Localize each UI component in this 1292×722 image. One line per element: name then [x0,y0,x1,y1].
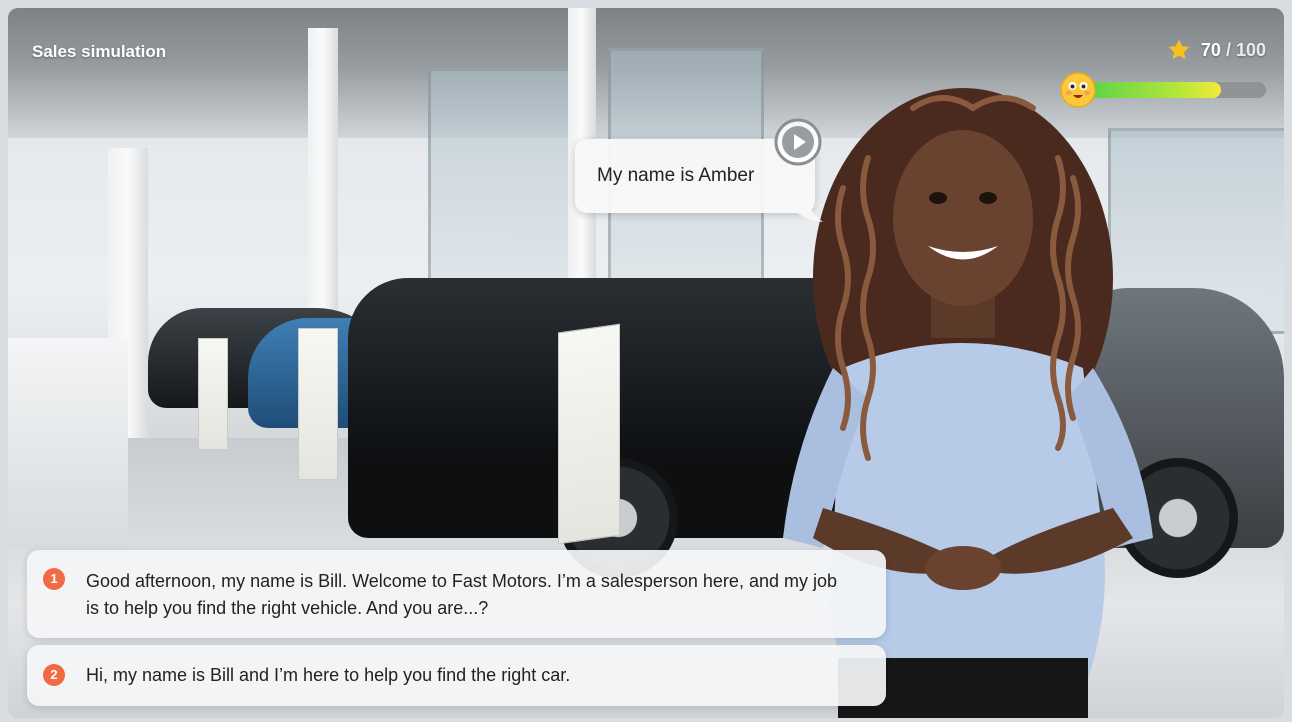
mood-meter [1060,72,1266,108]
character-line: My name is Amber [597,165,755,186]
score-display: 70 / 100 [1167,38,1266,62]
answer-option-2[interactable]: 2 Hi, my name is Bill and I’m here to he… [27,645,886,706]
option-number-badge: 1 [43,568,65,590]
play-icon[interactable] [774,118,822,166]
option-number-badge: 2 [43,664,65,686]
score-value: 70 [1200,39,1221,60]
star-icon [1168,39,1190,60]
speech-bubble-tail [795,198,823,222]
option-text: Hi, my name is Bill and I’m here to help… [86,665,571,685]
mood-meter-fill [1084,82,1221,98]
simulation-frame: Sales simulation 70 / 100 My name is Amb… [8,8,1284,718]
answer-option-1[interactable]: 1 Good afternoon, my name is Bill. Welco… [27,550,886,638]
smiling-face-icon [1060,72,1096,108]
score-max: / 100 [1220,39,1266,60]
option-text: Good afternoon, my name is Bill. Welcome… [86,571,837,618]
mood-meter-track [1084,82,1266,98]
page-title: Sales simulation [32,42,167,61]
